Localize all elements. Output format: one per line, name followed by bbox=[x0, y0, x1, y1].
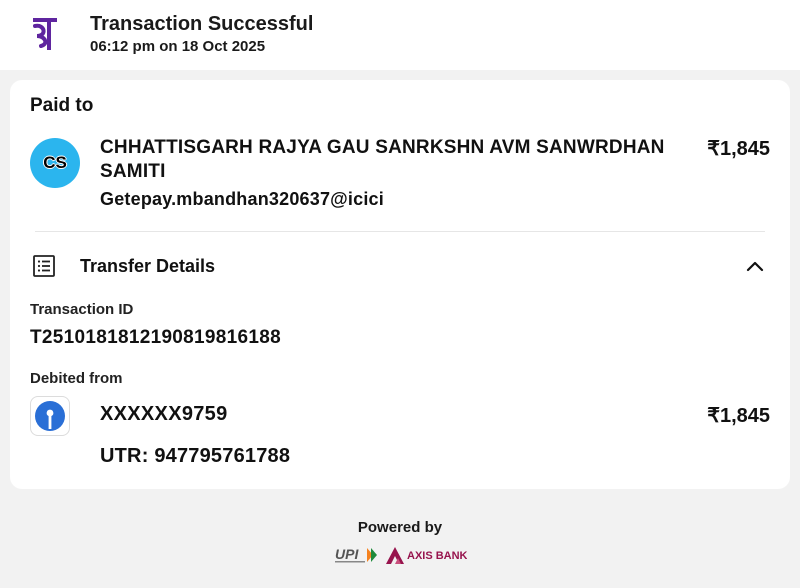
debit-amount: ₹1,845 bbox=[707, 405, 770, 427]
upi-logo-icon: UPI bbox=[333, 545, 383, 565]
axis-bank-logo: AXIS BANK bbox=[385, 545, 468, 565]
utr-number[interactable]: UTR: 947795761788 bbox=[100, 445, 290, 468]
transaction-id-label: Transaction ID bbox=[30, 301, 134, 318]
transaction-datetime: 06:12 pm on 18 Oct 2025 bbox=[90, 38, 266, 55]
transaction-card: Paid to CS CHHATTISGARH RAJYA GAU SANRKS… bbox=[10, 80, 790, 489]
payee-initials: CS bbox=[43, 153, 67, 172]
receipt-list-icon bbox=[32, 254, 56, 278]
powered-by-label: Powered by bbox=[357, 519, 443, 536]
section-divider bbox=[35, 231, 765, 232]
chevron-up-icon[interactable] bbox=[745, 256, 765, 276]
payee-upi-id: Getepay.mbandhan320637@icici bbox=[100, 189, 384, 209]
paid-to-label: Paid to bbox=[30, 95, 94, 116]
transaction-id-value[interactable]: T2510181812190819816188 bbox=[30, 327, 281, 349]
debited-from-label: Debited from bbox=[30, 370, 123, 387]
payee-amount: ₹1,845 bbox=[707, 138, 770, 160]
axis-bank-text: AXIS BANK bbox=[407, 550, 467, 562]
svg-text:UPI: UPI bbox=[335, 546, 359, 562]
phonepe-logo-icon bbox=[31, 14, 59, 54]
debit-account-number: XXXXXX9759 bbox=[100, 403, 228, 425]
page-title: Transaction Successful bbox=[90, 13, 314, 35]
payee-avatar: CS bbox=[30, 138, 80, 188]
payee-name: CHHATTISGARH RAJYA GAU SANRKSHN AVM SANW… bbox=[100, 137, 665, 182]
sbi-bank-icon bbox=[30, 396, 70, 436]
header-bar: Transaction Successful 06:12 pm on 18 Oc… bbox=[0, 0, 800, 70]
transfer-details-label[interactable]: Transfer Details bbox=[80, 256, 215, 277]
